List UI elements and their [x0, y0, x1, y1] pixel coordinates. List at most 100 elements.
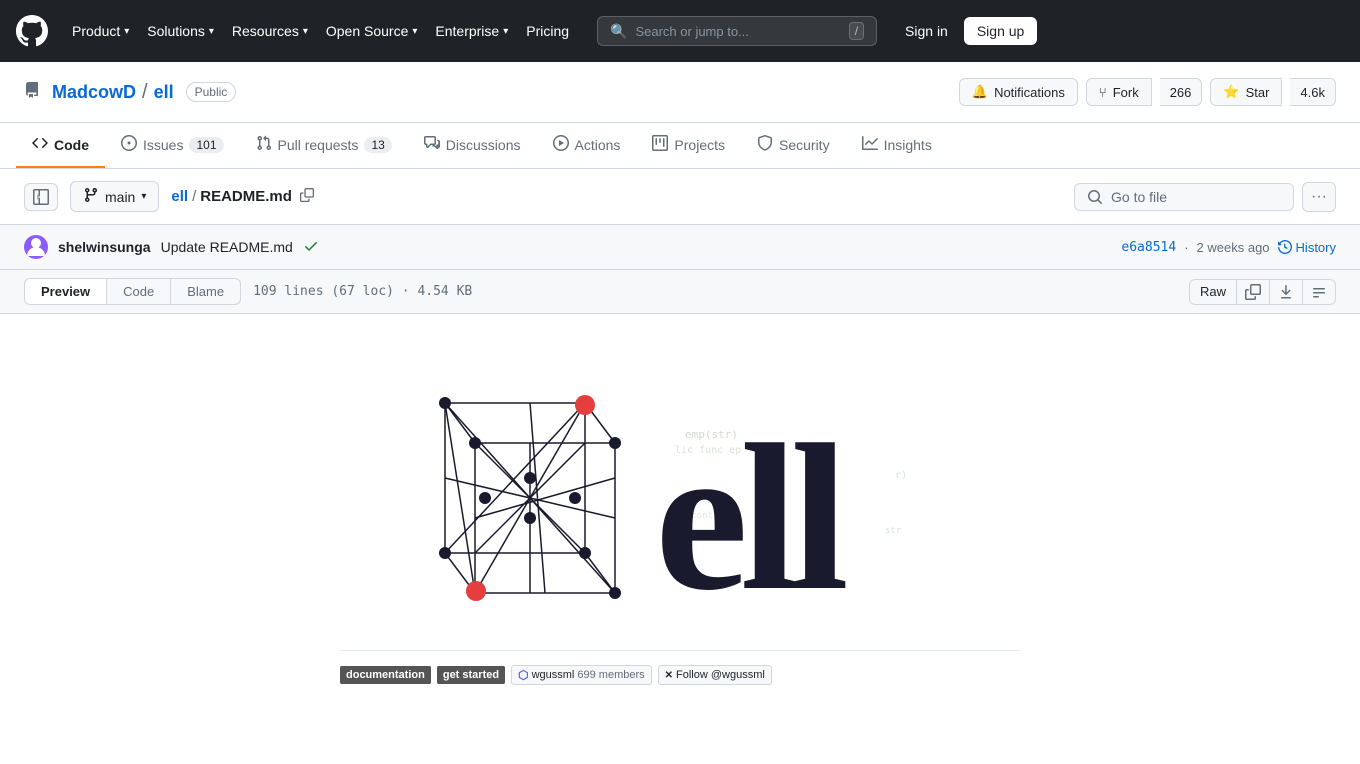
branch-selector[interactable]: main ▾ [70, 181, 159, 212]
sidebar-toggle[interactable] [24, 183, 58, 211]
file-path: ell / README.md [171, 186, 318, 207]
tab-projects-label: Projects [674, 137, 725, 153]
nav-pricing[interactable]: Pricing [518, 17, 577, 45]
commit-meta: e6a8514 · 2 weeks ago History [1121, 240, 1336, 255]
raw-button[interactable]: Raw [1189, 279, 1237, 305]
auth-section: Sign in Sign up [897, 17, 1037, 45]
history-link[interactable]: History [1278, 240, 1336, 255]
readme-content: emp(str) lic func ep r) ml.cont str ell … [0, 314, 1360, 714]
chevron-down-icon: ▾ [124, 26, 129, 37]
commit-time: 2 weeks ago [1197, 240, 1270, 255]
readme-divider [340, 650, 1020, 651]
top-nav: Product ▾ Solutions ▾ Resources ▾ Open S… [0, 0, 1360, 62]
repo-icon [24, 82, 40, 103]
star-button[interactable]: ⭐ Star [1210, 78, 1282, 106]
nav-product[interactable]: Product ▾ [64, 17, 137, 45]
signup-button[interactable]: Sign up [964, 17, 1037, 45]
nav-enterprise[interactable]: Enterprise ▾ [427, 17, 516, 45]
chevron-down-icon: ▾ [303, 26, 308, 37]
copy-path-button[interactable] [296, 186, 318, 207]
repo-tabs: Code Issues 101 Pull requests 13 Discuss… [0, 123, 1360, 169]
search-bar[interactable]: 🔍 Search or jump to... / [597, 16, 877, 46]
readme-logo-area: emp(str) lic func ep r) ml.cont str ell [340, 338, 1020, 638]
signin-button[interactable]: Sign in [897, 18, 956, 44]
go-to-file-label: Go to file [1111, 189, 1167, 205]
tab-discussions[interactable]: Discussions [408, 123, 537, 168]
tab-actions[interactable]: Actions [537, 123, 637, 168]
chevron-down-icon: ▾ [209, 26, 214, 37]
tab-code[interactable]: Code [16, 123, 105, 168]
tab-pull-requests[interactable]: Pull requests 13 [240, 123, 408, 168]
go-to-file[interactable]: Go to file [1074, 183, 1294, 211]
ell-text-logo-svg: emp(str) lic func ep r) ml.cont str ell [655, 348, 975, 628]
getstarted-badge[interactable]: get started [437, 665, 505, 685]
discord-icon: ⬡ [518, 668, 528, 682]
tab-insights[interactable]: Insights [846, 123, 948, 168]
commit-hash-link[interactable]: e6a8514 [1121, 240, 1176, 255]
github-logo[interactable] [16, 15, 48, 47]
commit-row: shelwinsunga Update README.md e6a8514 · … [0, 225, 1360, 270]
branch-name: main [105, 189, 135, 205]
twitter-badge[interactable]: ✕ Follow @wgussml [658, 665, 772, 685]
actions-icon [553, 135, 569, 154]
svg-text:str: str [885, 526, 902, 536]
file-actions: Raw [1189, 279, 1336, 305]
docs-badge[interactable]: documentation [340, 665, 431, 685]
nav-solutions[interactable]: Solutions ▾ [139, 17, 222, 45]
tab-code[interactable]: Code [107, 278, 171, 305]
copy-raw-button[interactable] [1237, 279, 1270, 305]
file-path-separator: / [192, 188, 196, 205]
fork-icon: ⑂ [1099, 85, 1107, 100]
commit-message: Update README.md [161, 239, 293, 255]
avatar [24, 235, 48, 259]
tab-discussions-label: Discussions [446, 137, 521, 153]
commit-author[interactable]: shelwinsunga [58, 239, 151, 255]
issues-badge: 101 [189, 137, 223, 153]
tab-preview[interactable]: Preview [24, 278, 107, 305]
tab-actions-label: Actions [575, 137, 621, 153]
file-path-repo[interactable]: ell [171, 188, 188, 205]
breadcrumb-separator: / [142, 81, 148, 104]
commit-status-icon [303, 238, 319, 257]
download-button[interactable] [1270, 279, 1303, 305]
repo-owner-link[interactable]: MadcowD [52, 82, 136, 103]
chevron-down-icon: ▾ [141, 191, 146, 202]
tab-pr-label: Pull requests [278, 137, 359, 153]
nav-open-source[interactable]: Open Source ▾ [318, 17, 426, 45]
search-icon: 🔍 [610, 23, 627, 40]
code-icon [32, 135, 48, 154]
tab-blame[interactable]: Blame [171, 278, 241, 305]
fork-button[interactable]: ⑂ Fork [1086, 78, 1152, 106]
breadcrumb: MadcowD / ell [52, 81, 174, 104]
twitter-x-icon: ✕ [665, 670, 673, 681]
svg-text:r): r) [895, 470, 907, 481]
repo-name-link[interactable]: ell [154, 82, 174, 103]
insights-icon [862, 135, 878, 154]
repo-actions: 🔔 Notifications ⑂ Fork 266 ⭐ Star 4.6k [959, 78, 1336, 106]
nav-resources[interactable]: Resources ▾ [224, 17, 316, 45]
bell-icon: 🔔 [972, 84, 988, 100]
star-count-badge: 4.6k [1290, 78, 1336, 106]
branch-icon [83, 187, 99, 206]
file-stats: 109 lines (67 loc) · 4.54 KB [253, 284, 472, 299]
file-browser-header: main ▾ ell / README.md Go to file ··· [0, 169, 1360, 225]
discord-badge[interactable]: ⬡ wgussml 699 members [511, 665, 652, 685]
issue-icon [121, 135, 137, 154]
history-label: History [1296, 240, 1336, 255]
visibility-badge: Public [186, 82, 237, 102]
tab-projects[interactable]: Projects [636, 123, 741, 168]
nav-items: Product ▾ Solutions ▾ Resources ▾ Open S… [64, 17, 577, 45]
shield-icon [757, 135, 773, 154]
commit-separator: · [1184, 240, 1188, 255]
file-tabs: Preview Code Blame [24, 278, 241, 305]
more-options-button[interactable]: ··· [1302, 182, 1336, 212]
outline-button[interactable] [1303, 279, 1336, 305]
tab-code-label: Code [54, 137, 89, 153]
notifications-button[interactable]: 🔔 Notifications [959, 78, 1078, 106]
ellipsis-icon: ··· [1311, 188, 1327, 206]
file-path-filename: README.md [200, 188, 292, 205]
star-icon: ⭐ [1223, 84, 1239, 100]
tab-issues[interactable]: Issues 101 [105, 123, 240, 168]
tab-security[interactable]: Security [741, 123, 846, 168]
svg-text:ell: ell [655, 402, 846, 628]
